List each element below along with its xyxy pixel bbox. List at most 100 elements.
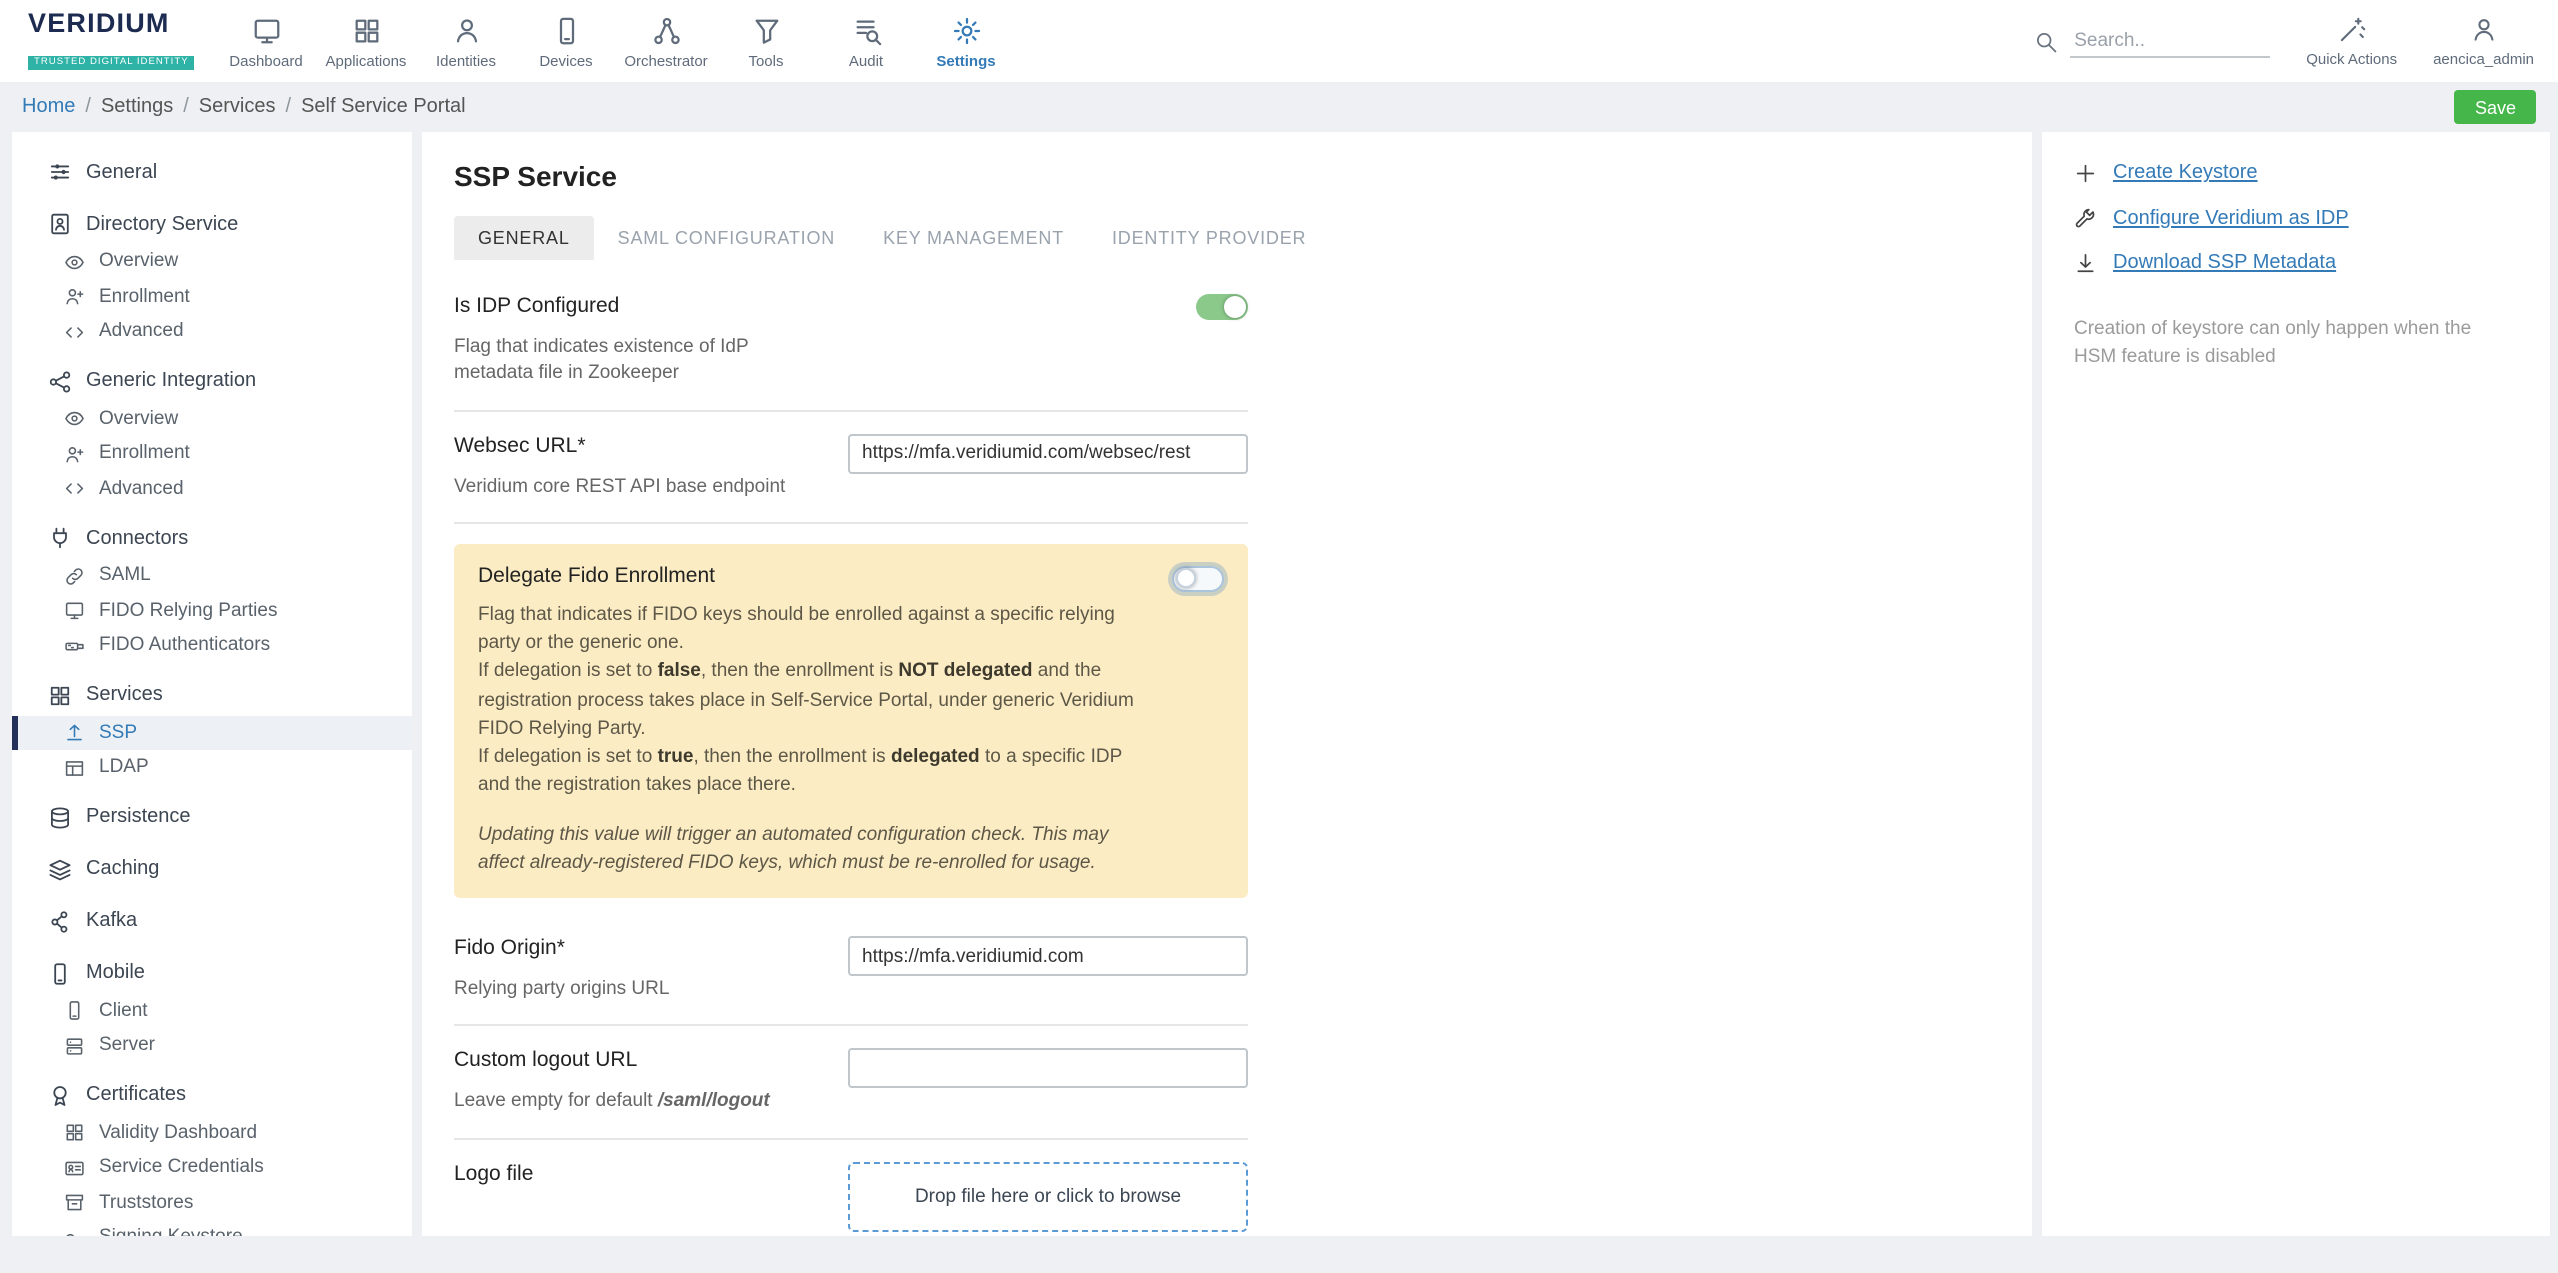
sidebar-item-enrollment[interactable]: Enrollment	[12, 436, 412, 471]
audit-icon	[851, 16, 881, 46]
user-plus-icon	[64, 286, 85, 307]
sidebar-item-advanced[interactable]: Advanced	[12, 314, 412, 349]
breadcrumb-item-settings[interactable]: Settings	[101, 96, 173, 118]
user-name-label: aencica_admin	[2433, 49, 2534, 67]
sidebar-item-truststores[interactable]: Truststores	[12, 1185, 412, 1220]
delegate-fido-enrollment-box: Delegate Fido Enrollment Flag that indic…	[454, 544, 1248, 899]
custom-logout-url-input[interactable]	[848, 1049, 1248, 1089]
nav-item-orchestrator[interactable]: Orchestrator	[616, 12, 716, 70]
breadcrumb-item-services[interactable]: Services	[199, 96, 276, 118]
settings-sidebar: GeneralDirectory ServiceOverviewEnrollme…	[12, 132, 412, 1236]
quick-actions-label: Quick Actions	[2306, 49, 2397, 67]
sliders-icon	[48, 160, 72, 184]
sidebar-section-services[interactable]: Services	[12, 675, 412, 715]
nav-item-applications[interactable]: Applications	[316, 12, 416, 70]
tab-general[interactable]: GENERAL	[454, 216, 594, 260]
sidebar-item-service-credentials[interactable]: Service Credentials	[12, 1150, 412, 1185]
eye-icon	[64, 408, 85, 429]
dashboard-icon	[251, 16, 281, 46]
sidebar-item-ldap[interactable]: LDAP	[12, 750, 412, 785]
websec-url-label: Websec URL*	[454, 433, 824, 457]
sidebar-section-label: Persistence	[86, 806, 191, 828]
nav-item-devices[interactable]: Devices	[516, 12, 616, 70]
configure-veridium-as-idp-link[interactable]: Configure Veridium as IDP	[2074, 207, 2518, 230]
sidebar-item-label: Client	[99, 1000, 148, 1022]
code-icon	[64, 321, 85, 342]
breadcrumb-item-self-service-portal[interactable]: Self Service Portal	[301, 96, 466, 118]
field-custom-logout-url: Custom logout URL Leave empty for defaul…	[454, 1027, 1248, 1140]
logo-dropzone[interactable]: Drop file here or click to browse	[848, 1161, 1248, 1231]
sidebar-item-label: FIDO Relying Parties	[99, 600, 277, 622]
delegate-fido-toggle[interactable]	[1172, 566, 1224, 592]
search-input[interactable]	[2070, 25, 2270, 57]
grid-icon	[351, 16, 381, 46]
create-keystore-link[interactable]: Create Keystore	[2074, 162, 2518, 185]
tab-identity-provider[interactable]: IDENTITY PROVIDER	[1088, 216, 1330, 260]
nav-item-label: Devices	[539, 52, 592, 70]
sidebar-section-generic-integration[interactable]: Generic Integration	[12, 361, 412, 401]
nav-item-settings[interactable]: Settings	[916, 12, 1016, 70]
sidebar-item-label: Truststores	[99, 1192, 193, 1214]
sidebar-item-enrollment[interactable]: Enrollment	[12, 279, 412, 314]
is-idp-configured-toggle[interactable]	[1196, 294, 1248, 320]
sidebar-item-server[interactable]: Server	[12, 1028, 412, 1063]
breadcrumb-bar: Home/Settings/Services/Self Service Port…	[0, 82, 2558, 132]
content-area: GeneralDirectory ServiceOverviewEnrollme…	[0, 132, 2558, 1236]
sidebar-item-label: SAML	[99, 565, 151, 587]
nav-item-tools[interactable]: Tools	[716, 12, 816, 70]
sidebar-section-kafka[interactable]: Kafka	[12, 901, 412, 941]
sidebar-item-ssp[interactable]: SSP	[12, 715, 412, 750]
sidebar-section-connectors[interactable]: Connectors	[12, 518, 412, 558]
veridium-logo[interactable]: VERIDIUM TRUSTED DIGITAL IDENTITY	[28, 8, 204, 74]
search-icon	[2034, 29, 2058, 53]
sidebar-section-mobile[interactable]: Mobile	[12, 953, 412, 993]
breadcrumb-item-home[interactable]: Home	[22, 96, 75, 118]
sidebar-item-advanced[interactable]: Advanced	[12, 471, 412, 506]
phone-icon	[64, 1000, 85, 1021]
sidebar-section-persistence[interactable]: Persistence	[12, 797, 412, 837]
fido-origin-input[interactable]	[848, 936, 1248, 976]
user-icon	[2470, 15, 2498, 43]
sidebar-section-label: Connectors	[86, 527, 188, 549]
quick-actions-button[interactable]: Quick Actions	[2306, 15, 2397, 67]
nav-item-dashboard[interactable]: Dashboard	[216, 12, 316, 70]
nav-item-label: Orchestrator	[624, 52, 707, 70]
sidebar-item-label: LDAP	[99, 757, 149, 779]
save-button[interactable]: Save	[2455, 90, 2536, 124]
sidebar-item-validity-dashboard[interactable]: Validity Dashboard	[12, 1115, 412, 1150]
download-ssp-metadata-link[interactable]: Download SSP Metadata	[2074, 252, 2518, 275]
sidebar-section-directory-service[interactable]: Directory Service	[12, 204, 412, 244]
sidebar-item-overview[interactable]: Overview	[12, 401, 412, 436]
sidebar-section-general[interactable]: General	[12, 152, 412, 192]
table-icon	[64, 757, 85, 778]
custom-logout-url-description: Leave empty for default /saml/logout	[454, 1089, 824, 1116]
sidebar-item-client[interactable]: Client	[12, 993, 412, 1028]
sidebar-item-fido-authenticators[interactable]: FIDO Authenticators	[12, 628, 412, 663]
nav-item-identities[interactable]: Identities	[416, 12, 516, 70]
sidebar-section-label: Generic Integration	[86, 370, 256, 392]
field-is-idp-configured: Is IDP Configured Flag that indicates ex…	[454, 272, 1248, 411]
sidebar-item-signing-keystore[interactable]: Signing Keystore	[12, 1220, 412, 1236]
tab-key-management[interactable]: KEY MANAGEMENT	[859, 216, 1088, 260]
breadcrumb: Home/Settings/Services/Self Service Port…	[22, 96, 466, 118]
key-icon	[64, 1227, 85, 1236]
tab-saml-configuration[interactable]: SAML CONFIGURATION	[594, 216, 859, 260]
plus-icon	[2074, 162, 2097, 185]
sidebar-section-caching[interactable]: Caching	[12, 849, 412, 889]
websec-url-input[interactable]	[848, 433, 1248, 473]
fido-origin-label: Fido Origin*	[454, 936, 824, 960]
sidebar-item-saml[interactable]: SAML	[12, 558, 412, 593]
logo-file-label: Logo file	[454, 1161, 824, 1185]
sidebar-section-certificates[interactable]: Certificates	[12, 1075, 412, 1115]
sidebar-item-label: Enrollment	[99, 286, 190, 308]
nav-item-audit[interactable]: Audit	[816, 12, 916, 70]
sidebar-item-fido-relying-parties[interactable]: FIDO Relying Parties	[12, 593, 412, 628]
nav-item-label: Tools	[748, 52, 783, 70]
aside-action-label: Create Keystore	[2113, 163, 2258, 185]
sidebar-item-label: SSP	[99, 722, 137, 744]
global-search	[2034, 25, 2270, 57]
flow-icon	[651, 16, 681, 46]
sidebar-item-overview[interactable]: Overview	[12, 244, 412, 279]
user-menu[interactable]: aencica_admin	[2433, 15, 2534, 67]
sidebar-section-label: Kafka	[86, 910, 137, 932]
